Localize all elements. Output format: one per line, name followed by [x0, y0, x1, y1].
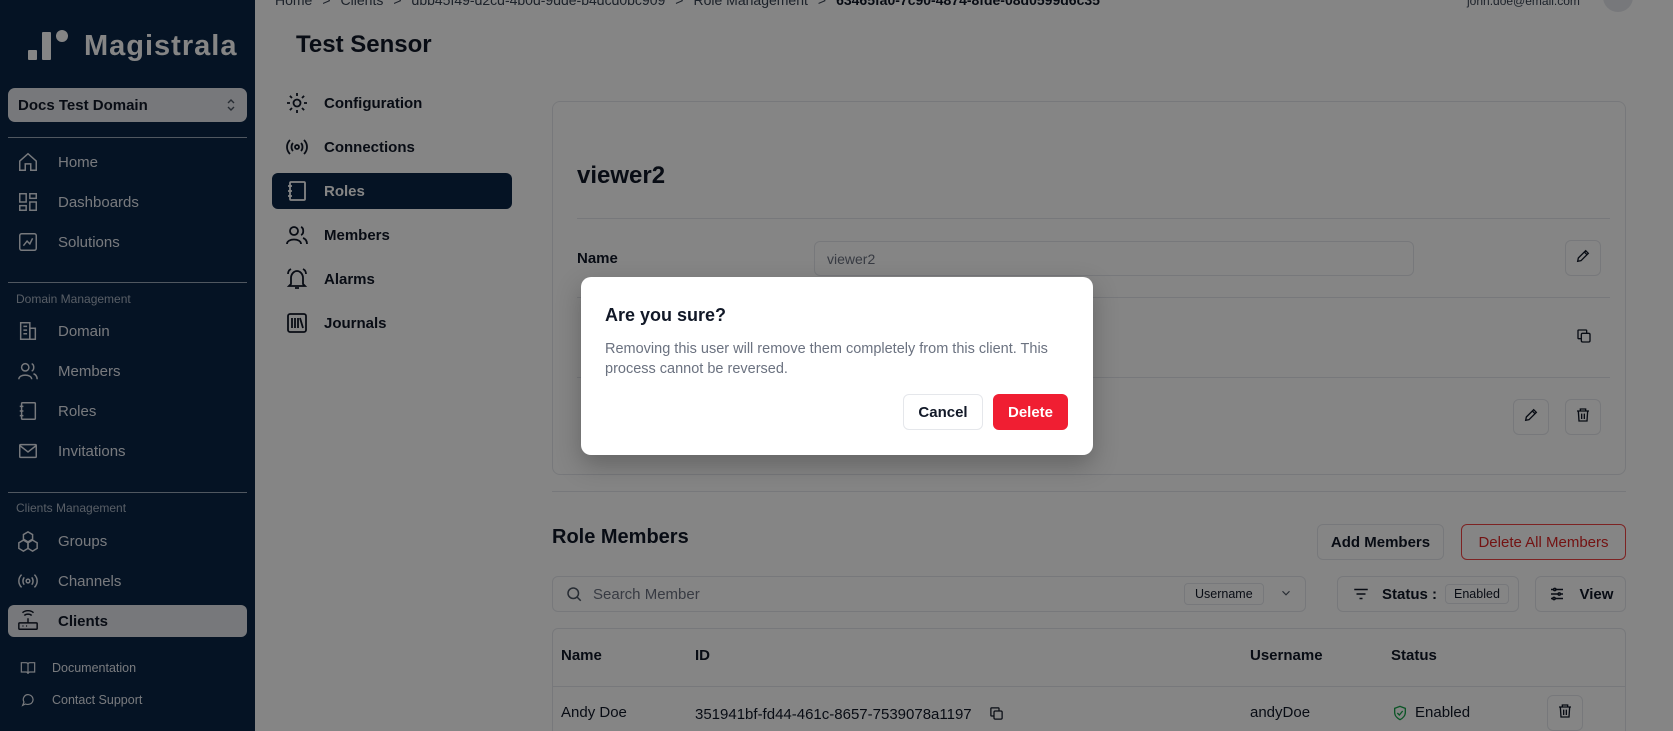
- dialog-title: Are you sure?: [605, 305, 727, 325]
- confirm-dialog: Are you sure? Removing this user will re…: [581, 277, 1093, 455]
- delete-button[interactable]: Delete: [993, 394, 1068, 430]
- cancel-button[interactable]: Cancel: [903, 394, 983, 430]
- dialog-description: Removing this user will remove them comp…: [605, 341, 1048, 377]
